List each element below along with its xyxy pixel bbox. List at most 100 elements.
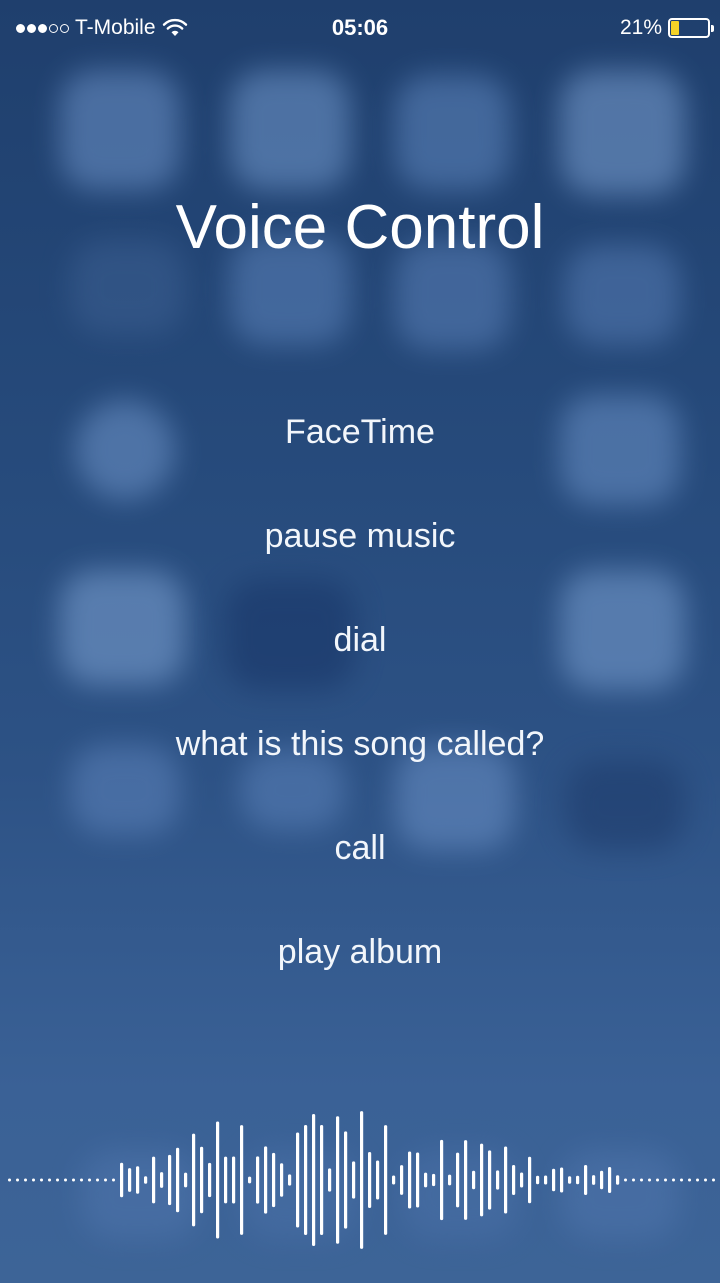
waveform-bar <box>560 1167 564 1193</box>
signal-dot <box>60 23 69 33</box>
wifi-icon <box>162 18 187 36</box>
waveform-bar <box>72 1178 75 1182</box>
command-song-id[interactable]: what is this song called? <box>0 692 720 796</box>
command-pause-music[interactable]: pause music <box>0 484 720 588</box>
waveform-bar <box>56 1178 59 1182</box>
waveform-bar <box>376 1160 380 1200</box>
blurred-app-icon <box>60 70 180 190</box>
waveform-bar <box>416 1152 420 1208</box>
waveform-bar <box>456 1152 460 1208</box>
waveform-bar <box>336 1116 340 1244</box>
waveform-bar <box>80 1178 83 1182</box>
waveform-bar <box>544 1175 548 1185</box>
waveform-bar <box>184 1172 188 1188</box>
battery-level <box>671 21 679 35</box>
waveform-bar <box>464 1140 468 1220</box>
waveform-bar <box>664 1178 667 1182</box>
waveform-bar <box>696 1178 699 1182</box>
waveform-bar <box>176 1147 180 1213</box>
command-dial[interactable]: dial <box>0 588 720 692</box>
waveform-bar <box>520 1172 524 1188</box>
waveform-bar <box>360 1111 364 1249</box>
waveform-bar <box>536 1175 540 1185</box>
waveform-bar <box>240 1125 244 1235</box>
waveform-bar <box>504 1146 508 1214</box>
waveform-bar <box>320 1125 324 1235</box>
waveform-bar <box>680 1178 683 1182</box>
waveform-bar <box>296 1132 300 1228</box>
signal-dot <box>38 23 47 33</box>
waveform-bar <box>312 1114 316 1246</box>
battery-percent: 21% <box>619 16 662 39</box>
waveform-bar <box>400 1165 404 1195</box>
blurred-app-icon <box>395 75 510 190</box>
waveform-bar <box>528 1156 532 1204</box>
status-bar-right: 21% <box>619 16 714 40</box>
waveform-bar <box>480 1143 484 1217</box>
waveform-bar <box>216 1121 220 1239</box>
waveform-bar <box>256 1156 260 1204</box>
waveform-bar <box>688 1178 691 1182</box>
command-facetime[interactable]: FaceTime <box>0 380 720 484</box>
waveform-bar <box>600 1170 604 1190</box>
waveform-bar <box>440 1139 444 1221</box>
waveform-bar <box>200 1146 204 1214</box>
waveform-bar <box>624 1178 627 1182</box>
waveform-bar <box>48 1178 51 1182</box>
page-title: Voice Control <box>175 193 545 262</box>
waveform-bar <box>656 1178 659 1182</box>
waveform-bar <box>40 1178 43 1182</box>
waveform-bar <box>552 1168 556 1192</box>
waveform-bar <box>24 1178 27 1182</box>
waveform-bar <box>392 1175 396 1185</box>
blurred-app-icon <box>230 70 350 190</box>
waveform-bar <box>8 1178 11 1182</box>
signal-dot <box>27 23 36 33</box>
waveform-bar <box>152 1156 156 1204</box>
waveform-bar <box>32 1178 35 1182</box>
waveform-bar <box>144 1176 148 1184</box>
waveform-bar <box>136 1166 140 1194</box>
waveform-bar <box>288 1174 292 1186</box>
waveform-bar <box>128 1168 132 1192</box>
waveform-bar <box>496 1170 500 1190</box>
waveform-bar <box>592 1175 596 1185</box>
waveform-bar <box>104 1178 107 1182</box>
signal-strength-icon <box>16 23 69 33</box>
waveform-bar <box>248 1176 252 1184</box>
waveform-bar <box>16 1178 19 1182</box>
waveform-bar <box>328 1168 332 1192</box>
waveform-bar <box>712 1178 715 1182</box>
waveform-bar <box>632 1178 635 1182</box>
waveform-bar <box>640 1178 643 1182</box>
waveform-bar <box>352 1161 356 1199</box>
waveform-bar <box>408 1151 412 1209</box>
status-bar: T-Mobile 05:06 21% <box>0 0 720 56</box>
waveform-bar <box>96 1178 99 1182</box>
command-play-album[interactable]: play album <box>0 900 720 1004</box>
signal-dot <box>16 23 25 33</box>
waveform-bar <box>208 1162 212 1198</box>
waveform-bar <box>472 1170 476 1190</box>
waveform-bar <box>232 1156 236 1204</box>
command-call[interactable]: call <box>0 796 720 900</box>
waveform-bar <box>112 1178 115 1182</box>
waveform-bar <box>344 1131 348 1229</box>
waveform-bar <box>488 1150 492 1210</box>
waveform-bar <box>616 1175 620 1185</box>
waveform-bar <box>168 1154 172 1206</box>
waveform-bar <box>608 1166 612 1194</box>
waveform-bar <box>160 1172 164 1188</box>
waveform-bar <box>424 1172 428 1188</box>
waveform-bar <box>368 1152 372 1208</box>
waveform-bar <box>672 1178 675 1182</box>
waveform-bar <box>192 1133 196 1227</box>
waveform-bar <box>432 1173 436 1187</box>
waveform-bar <box>88 1178 91 1182</box>
waveform-bar <box>304 1125 308 1235</box>
battery-icon <box>668 18 714 38</box>
blurred-app-icon <box>560 70 685 195</box>
waveform-bar <box>384 1125 388 1235</box>
voice-waveform-icon <box>8 1111 715 1249</box>
waveform-bar <box>584 1165 588 1195</box>
